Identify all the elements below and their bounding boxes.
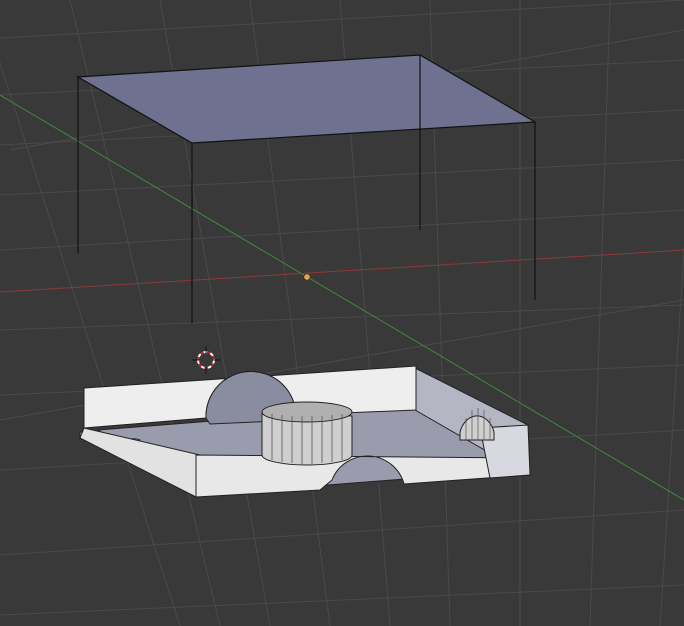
tray-cylinder[interactable] bbox=[261, 401, 353, 466]
object-origin-dot[interactable] bbox=[303, 273, 311, 281]
viewport-canvas[interactable] bbox=[0, 0, 684, 626]
3d-viewport[interactable] bbox=[0, 0, 684, 626]
